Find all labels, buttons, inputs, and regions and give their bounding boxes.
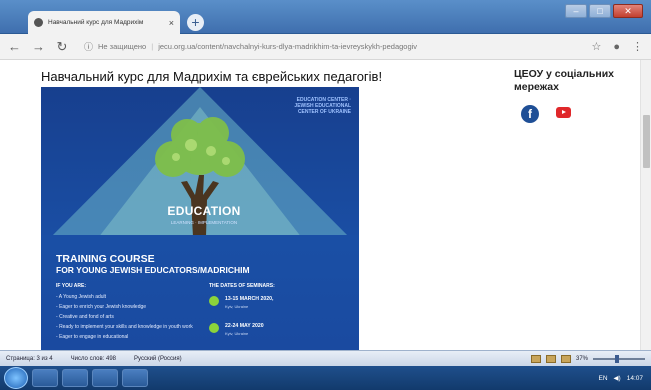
taskbar-app-button[interactable] [122,369,148,387]
list-item: Creative and fond of arts [56,312,206,322]
social-networks-title: ЦЕОУ у соціальних мережах [514,68,615,93]
taskbar-app-button[interactable] [62,369,88,387]
reload-icon[interactable]: ↻ [56,39,68,55]
list-item: A Young Jewish adult [56,292,206,302]
info-icon[interactable]: ⓘ [84,40,93,53]
word-count[interactable]: Число слов: 498 [71,356,116,362]
date-1: 13-15 MARCH 2020, [225,296,274,302]
start-button[interactable] [4,367,28,389]
list-item: Eager to engage in educational [56,332,206,342]
menu-kebab-icon[interactable]: ⋮ [632,40,643,53]
taskbar-app-button[interactable] [32,369,58,387]
back-arrow-icon[interactable]: ← [8,39,21,54]
view-layout-icon[interactable] [530,354,541,363]
youtube-icon[interactable] [556,107,571,118]
dates-heading: THE DATES OF SEMINARS: [209,283,275,289]
education-subtitle: LEARNING · IMPLEMENTATION [170,220,238,225]
close-window-button[interactable]: ✕ [613,4,643,18]
site-favicon-icon [34,18,43,27]
list-item: Eager to enrich your Jewish knowledge [56,302,206,312]
facebook-icon[interactable]: f [521,105,539,123]
new-tab-button[interactable]: + [187,14,204,31]
screen: Навчальний курс для Мадрихім × + – □ ✕ ←… [0,0,651,390]
page-count[interactable]: Страница: 3 из 4 [6,356,53,362]
windows-taskbar: EN ◀) 14:07 [0,366,651,390]
system-tray: EN ◀) 14:07 [599,374,651,383]
maximize-button[interactable]: □ [589,4,611,18]
criteria-list: A Young Jewish adult Eager to enrich you… [56,292,206,342]
if-you-are-heading: IF YOU ARE: [56,283,87,289]
list-item: Ready to implement your skills and knowl… [56,322,206,332]
clock[interactable]: 14:07 [627,375,643,382]
separator: | [151,42,154,51]
close-tab-icon[interactable]: × [169,18,174,28]
url-text: jecu.org.ua/content/navchalnyi-kurs-dlya… [158,42,418,51]
browser-titlebar: Навчальний курс для Мадрихім × + – □ ✕ [0,0,651,34]
view-layout-icon[interactable] [545,354,556,363]
organisation-logo: EDUCATION CENTER · JEWISH EDUCATIONAL CE… [294,97,351,115]
page-content: Навчальний курс для Мадрихім та єврейськ… [0,60,640,350]
window-controls: – □ ✕ [565,4,643,18]
minimize-button[interactable]: – [565,4,587,18]
taskbar-app-button[interactable] [92,369,118,387]
view-controls: 37% [530,354,645,363]
security-label: Не защищено [98,42,147,51]
view-layout-icon[interactable] [560,354,571,363]
date-2-place: Kyiv, Ukraine [225,331,249,336]
forward-arrow-icon[interactable]: → [32,39,45,54]
zoom-slider[interactable] [593,354,645,363]
account-icon[interactable]: ● [613,41,620,53]
page-title: Навчальний курс для Мадрихім та єврейськ… [41,69,383,84]
browser-toolbar: ← → ↻ ⓘ Не защищено | jecu.org.ua/conten… [0,34,651,60]
course-poster-image[interactable]: EDUCATION CENTER · JEWISH EDUCATIONAL CE… [41,87,359,350]
date-2: 22-24 MAY 2020 [225,323,264,329]
word-status-bar: Страница: 3 из 4 Число слов: 498 Русский… [0,350,651,366]
address-bar[interactable]: ⓘ Не защищено | jecu.org.ua/content/navc… [80,38,579,56]
language-indicator[interactable]: Русский (Россия) [134,356,182,362]
zoom-level[interactable]: 37% [576,356,588,362]
poster-subtitle: FOR YOUNG JEWISH EDUCATORS/MADRICHIM [56,265,250,275]
tab-title: Навчальний курс для Мадрихім [48,19,144,26]
education-label: EDUCATION [167,204,241,218]
date-bullet-icon [209,323,219,333]
date-bullet-icon [209,296,219,306]
scrollbar-thumb[interactable] [643,115,650,168]
input-language[interactable]: EN [599,375,608,382]
poster-ground [41,235,359,247]
date-1-place: Kyiv, Ukraine [225,304,249,309]
bookmark-star-icon[interactable]: ☆ [591,40,601,53]
vertical-scrollbar[interactable] [640,60,651,350]
poster-title: TRAINING COURSE [56,253,155,265]
browser-tab[interactable]: Навчальний курс для Мадрихім × [28,11,180,34]
volume-icon[interactable]: ◀) [614,374,621,382]
